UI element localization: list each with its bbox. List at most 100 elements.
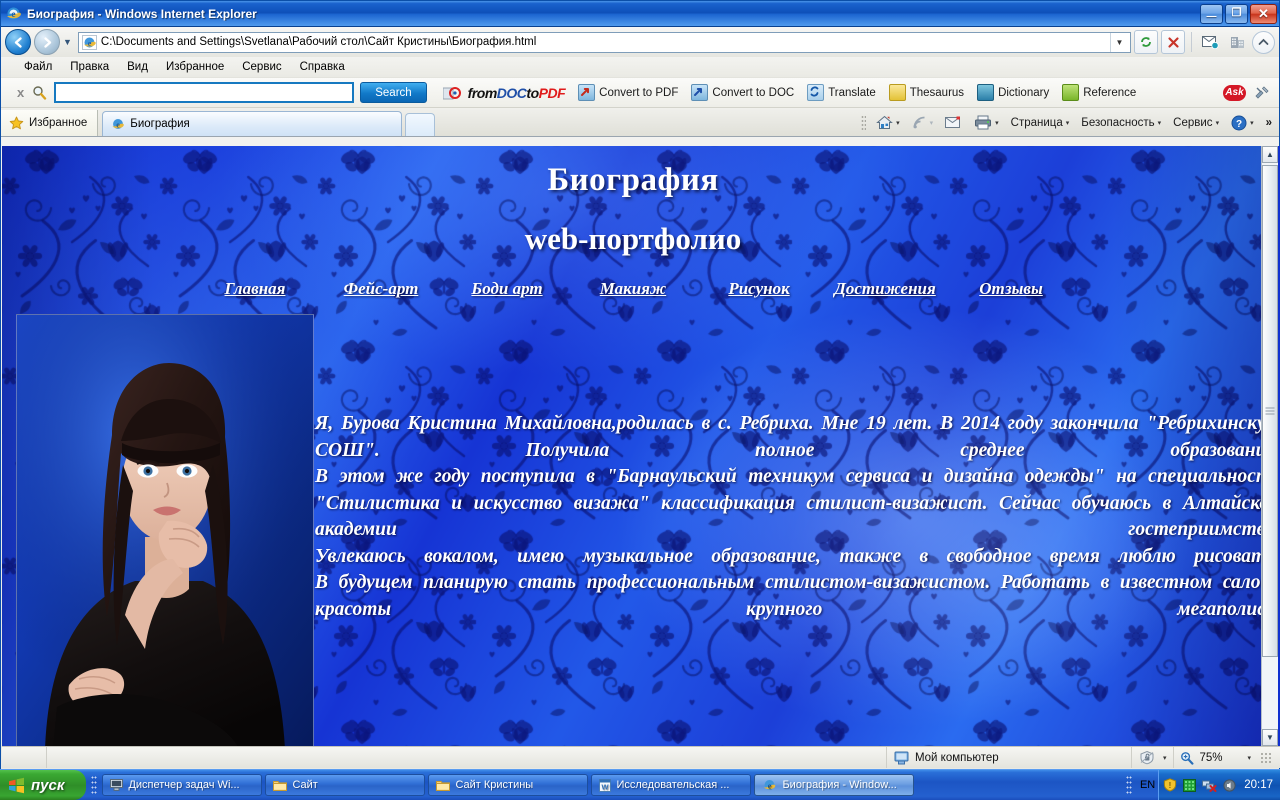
new-tab-button[interactable] bbox=[405, 113, 436, 136]
system-tray: ! 20:17 bbox=[1158, 770, 1280, 800]
forward-button[interactable] bbox=[34, 29, 60, 55]
tray-grip[interactable] bbox=[1125, 775, 1132, 795]
read-mail-button[interactable] bbox=[939, 116, 968, 129]
start-button[interactable]: пуск bbox=[0, 770, 87, 800]
translate-button[interactable]: Translate bbox=[807, 84, 876, 101]
page-menu-button[interactable]: Страница ▾ bbox=[1005, 117, 1076, 129]
ask-brand-badge[interactable]: Ask bbox=[1223, 84, 1246, 101]
minimize-button[interactable]: — bbox=[1200, 3, 1223, 24]
favorites-button[interactable]: Избранное bbox=[1, 110, 99, 136]
thesaurus-button[interactable]: Thesaurus bbox=[888, 84, 964, 101]
search-button[interactable]: Search bbox=[360, 82, 427, 103]
convert-to-pdf-button[interactable]: Convert to PDF bbox=[578, 84, 678, 101]
close-button[interactable]: ✕ bbox=[1250, 3, 1277, 24]
svg-text:e: e bbox=[12, 9, 16, 19]
task-button-biography[interactable]: e Биография - Window... bbox=[754, 774, 915, 796]
nav-link-dostizheniya[interactable]: Достижения bbox=[822, 279, 948, 299]
page-viewport: Биография web-портфолио Главная Фейс-арт… bbox=[2, 146, 1280, 746]
taskbar-grip[interactable] bbox=[91, 775, 98, 795]
language-indicator[interactable]: EN bbox=[1137, 779, 1158, 791]
collapse-toolbar-button[interactable] bbox=[1252, 30, 1275, 54]
nav-link-face-art[interactable]: Фейс-арт bbox=[318, 279, 444, 299]
security-zone-pane[interactable]: Мой компьютер bbox=[887, 747, 1132, 768]
antivirus-icon[interactable] bbox=[1183, 778, 1197, 792]
menu-item-tools[interactable]: Сервис bbox=[233, 59, 290, 75]
bio-paragraph-3: Увлекаюсь вокалом, имею музыкальное обра… bbox=[315, 545, 1264, 567]
menu-item-file[interactable]: Файл bbox=[15, 59, 61, 75]
security-zone-label: Мой компьютер bbox=[914, 751, 999, 764]
status-progress-pane bbox=[2, 747, 47, 768]
help-button[interactable]: ? ▾ bbox=[1225, 115, 1260, 131]
command-bar-grip[interactable] bbox=[861, 114, 867, 131]
dictionary-label: Dictionary bbox=[998, 86, 1050, 99]
toolbar-settings-icon[interactable] bbox=[1254, 85, 1270, 101]
dictionary-button[interactable]: Dictionary bbox=[977, 84, 1049, 101]
reference-button[interactable]: Reference bbox=[1062, 84, 1136, 101]
translate-label: Translate bbox=[828, 86, 876, 99]
window-controls: — ❐ ✕ bbox=[1200, 3, 1277, 24]
protected-mode-pane[interactable]: ▾ bbox=[1132, 747, 1175, 768]
scrollbar-track[interactable] bbox=[1262, 163, 1278, 729]
tools-menu-label: Сервис bbox=[1173, 116, 1213, 129]
nav-link-risunok[interactable]: Рисунок bbox=[696, 279, 822, 299]
stop-button[interactable] bbox=[1161, 30, 1185, 54]
zoom-control[interactable]: 75% ▾ bbox=[1174, 747, 1280, 768]
page-caret-icon: ▾ bbox=[1065, 119, 1070, 127]
nav-link-otzyvy[interactable]: Отзывы bbox=[948, 279, 1074, 299]
window-title: Биография - Windows Internet Explorer bbox=[27, 6, 257, 21]
reference-icon bbox=[1062, 84, 1080, 101]
start-label: пуск bbox=[31, 776, 65, 794]
task-button-sait-kristiny[interactable]: Сайт Кристины bbox=[428, 774, 589, 796]
scrollbar-thumb[interactable] bbox=[1262, 165, 1278, 657]
nav-link-body-art[interactable]: Боди арт bbox=[444, 279, 570, 299]
volume-icon[interactable] bbox=[1223, 778, 1236, 792]
page-subtitle: web-портфолио bbox=[524, 221, 742, 256]
my-computer-icon bbox=[894, 751, 909, 765]
search-input[interactable] bbox=[54, 82, 355, 103]
menu-item-edit[interactable]: Правка bbox=[61, 59, 118, 75]
svg-text:!: ! bbox=[1169, 781, 1172, 790]
home-button[interactable]: ▾ bbox=[870, 115, 906, 130]
print-button[interactable]: ▾ bbox=[968, 115, 1005, 130]
vertical-scrollbar[interactable]: ▲ ▼ bbox=[1261, 146, 1278, 746]
feeds-button[interactable]: ▾ bbox=[906, 115, 940, 130]
tab-biography[interactable]: e Биография bbox=[102, 111, 403, 136]
mail-icon[interactable] bbox=[1198, 30, 1222, 54]
svg-text:e: e bbox=[117, 120, 121, 129]
window-resize-grip[interactable] bbox=[1260, 751, 1272, 764]
security-shield-icon[interactable]: ! bbox=[1163, 778, 1177, 792]
portrait-photo bbox=[16, 314, 314, 746]
web-page: Биография web-портфолио Главная Фейс-арт… bbox=[2, 146, 1264, 746]
task-button-issledovatelskaya[interactable]: W Исследовательская ... bbox=[591, 774, 752, 796]
nav-link-makiyazh[interactable]: Макияж bbox=[570, 279, 696, 299]
back-button[interactable] bbox=[5, 29, 31, 55]
scroll-up-button[interactable]: ▲ bbox=[1262, 146, 1278, 163]
feeds-caret-icon: ▾ bbox=[929, 119, 934, 127]
scroll-down-button[interactable]: ▼ bbox=[1262, 729, 1278, 746]
task-label: Сайт bbox=[292, 779, 318, 791]
network-disconnected-icon[interactable] bbox=[1202, 778, 1217, 792]
recent-pages-dropdown[interactable]: ▼ bbox=[63, 37, 72, 47]
convert-to-doc-button[interactable]: Convert to DOC bbox=[691, 84, 794, 101]
security-menu-button[interactable]: Безопасность ▾ bbox=[1075, 117, 1167, 129]
url-field[interactable]: e C:\Documents and Settings\Svetlana\Раб… bbox=[77, 31, 1131, 53]
building-icon[interactable] bbox=[1225, 30, 1249, 54]
refresh-button[interactable] bbox=[1134, 30, 1158, 54]
menu-item-help[interactable]: Справка bbox=[291, 59, 354, 75]
maximize-button[interactable]: ❐ bbox=[1225, 3, 1248, 24]
fromdoctopdf-logo[interactable]: from DOC to PDF bbox=[442, 85, 566, 101]
tools-menu-button[interactable]: Сервис ▾ bbox=[1167, 117, 1225, 129]
zoom-level-label: 75% bbox=[1199, 751, 1223, 764]
menu-item-view[interactable]: Вид bbox=[118, 59, 157, 75]
task-button-sait[interactable]: Сайт bbox=[265, 774, 426, 796]
clock[interactable]: 20:17 bbox=[1242, 779, 1273, 791]
convert-to-doc-label: Convert to DOC bbox=[712, 86, 795, 99]
nav-link-glavnaya[interactable]: Главная bbox=[192, 279, 318, 299]
command-bar-overflow[interactable]: » bbox=[1260, 117, 1275, 129]
reference-label: Reference bbox=[1083, 86, 1137, 99]
close-toolbar-icon[interactable]: x bbox=[11, 85, 30, 100]
menu-item-favorites[interactable]: Избранное bbox=[157, 59, 233, 75]
url-dropdown-icon[interactable]: ▼ bbox=[1110, 32, 1128, 52]
zoom-caret-icon[interactable]: ▾ bbox=[1247, 754, 1251, 762]
task-button-task-manager[interactable]: Диспетчер задач Wi... bbox=[102, 774, 263, 796]
